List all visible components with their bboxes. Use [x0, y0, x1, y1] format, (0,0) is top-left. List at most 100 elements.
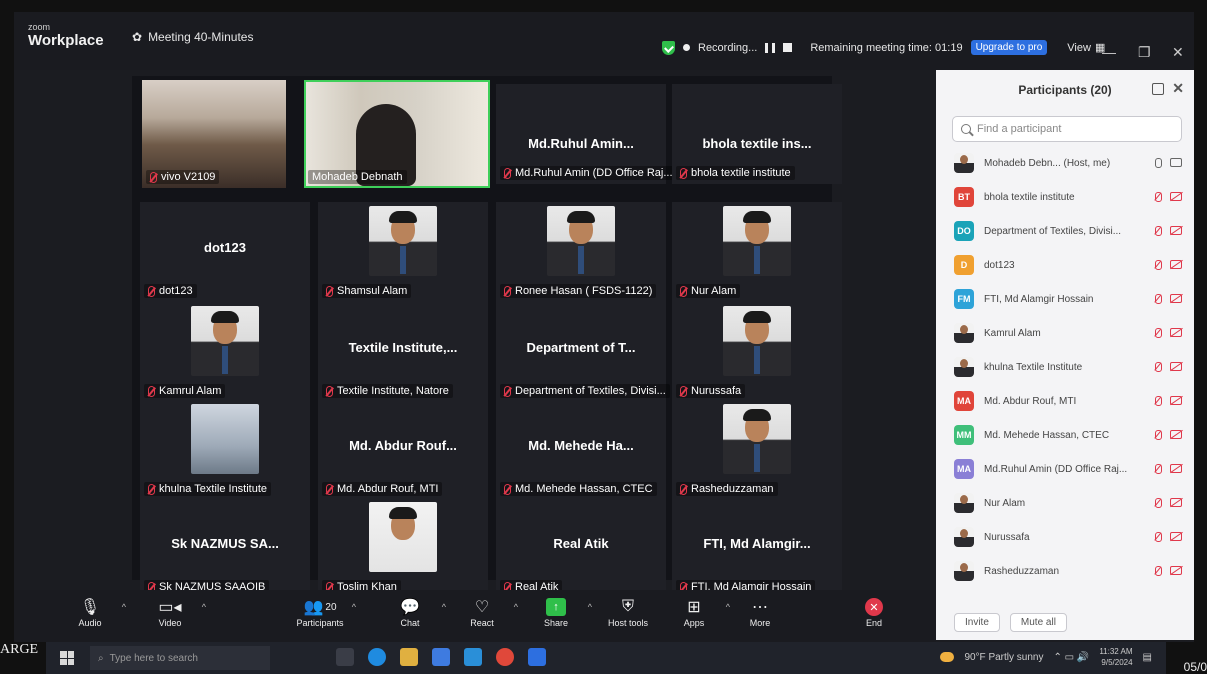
video-tile[interactable]: Sk NAZMUS SA... Sk NAZMUS SAAQIB — [140, 498, 310, 598]
task-view-icon[interactable] — [336, 648, 354, 666]
tile-label: Nur Alam — [676, 284, 741, 298]
store-icon[interactable] — [432, 648, 450, 666]
video-tile[interactable]: dot123 dot123 — [140, 202, 310, 302]
more-button[interactable]: ⋯ More — [730, 596, 790, 628]
security-shield-icon[interactable] — [662, 40, 675, 55]
pause-recording-icon[interactable] — [765, 42, 776, 53]
chat-options-chevron-icon[interactable]: ^ — [442, 602, 446, 612]
video-tile[interactable]: Nurussafa — [672, 302, 842, 402]
edge-browser-icon[interactable] — [368, 648, 386, 666]
participant-row[interactable]: MA Md.Ruhul Amin (DD Office Raj... — [936, 452, 1194, 486]
video-tile[interactable]: Md. Mehede Ha... Md. Mehede Hassan, CTEC — [496, 400, 666, 500]
windows-start-icon[interactable] — [60, 651, 74, 665]
file-explorer-icon[interactable] — [400, 648, 418, 666]
video-tile[interactable]: Ronee Hasan ( FSDS-1122) — [496, 202, 666, 302]
video-tile[interactable]: Md.Ruhul Amin... Md.Ruhul Amin (DD Offic… — [496, 84, 677, 184]
weather-icon — [940, 652, 955, 662]
pop-out-icon[interactable] — [1152, 83, 1164, 95]
microphone-icon: 🎙 — [79, 599, 101, 616]
participant-status-icons — [1155, 566, 1182, 576]
participants-options-chevron-icon[interactable]: ^ — [352, 602, 356, 612]
camera-off-icon — [1170, 362, 1182, 371]
video-button[interactable]: ▭◂ ^ Video — [140, 596, 206, 628]
participant-row[interactable]: Rasheduzzaman — [936, 554, 1194, 588]
video-tile[interactable]: vivo V2109 — [142, 80, 286, 188]
meeting-info[interactable]: ✿ Meeting 40-Minutes — [132, 30, 253, 44]
invite-button[interactable]: Invite — [954, 613, 1000, 632]
apps-icon: ⊞ — [687, 599, 701, 616]
video-options-chevron-icon[interactable]: ^ — [202, 602, 206, 612]
system-tray: 90°F Partly sunny ⌃ ▭ 🔊 11:32 AM 9/5/202… — [940, 646, 1152, 668]
clock[interactable]: 11:32 AM 9/5/2024 — [1099, 646, 1132, 668]
participant-name: Kamrul Alam — [984, 327, 1041, 339]
zoom-taskbar-icon[interactable] — [528, 648, 546, 666]
top-bar: zoom Workplace ✿ Meeting 40-Minutes Reco… — [14, 12, 1194, 70]
edge-text-right: 05/0 — [1183, 660, 1207, 674]
restore-icon[interactable]: ❐ — [1138, 44, 1151, 61]
video-tile[interactable]: Kamrul Alam — [140, 302, 310, 402]
participant-status-icons — [1155, 226, 1182, 236]
tile-bigname: Textile Institute,... — [348, 340, 458, 355]
share-button[interactable]: ↑ ^ Share — [526, 596, 592, 628]
tile-label: khulna Textile Institute — [144, 482, 272, 496]
taskbar-search-input[interactable]: ⌕ Type here to search — [90, 646, 270, 670]
mute-all-button[interactable]: Mute all — [1009, 613, 1067, 632]
participant-photo — [369, 502, 437, 572]
participant-search-input[interactable]: Find a participant — [952, 116, 1182, 142]
video-tile[interactable]: Toslim Khan — [318, 498, 488, 598]
video-tile[interactable]: Md. Abdur Rouf... Md. Abdur Rouf, MTI — [318, 400, 488, 500]
tile-label: bhola textile institute — [676, 166, 795, 180]
tile-bigname: dot123 — [204, 240, 246, 255]
more-icon: ⋯ — [752, 599, 768, 616]
participant-row[interactable]: DO Department of Textiles, Divisi... — [936, 214, 1194, 248]
participant-row[interactable]: Ddot123 — [936, 248, 1194, 282]
video-tile[interactable]: Nur Alam — [672, 202, 842, 302]
participant-row[interactable]: MM Md. Mehede Hassan, CTEC — [936, 418, 1194, 452]
participant-row[interactable]: FM FTI, Md Alamgir Hossain — [936, 282, 1194, 316]
participant-row[interactable]: Mohadeb Debn... (Host, me) — [936, 146, 1194, 180]
view-button[interactable]: View ▦ — [1067, 41, 1105, 55]
weather-text[interactable]: 90°F Partly sunny — [964, 652, 1043, 663]
participant-status-icons — [1155, 192, 1182, 202]
muted-mic-icon — [1155, 226, 1162, 236]
react-button[interactable]: ♡ ^ React — [452, 596, 518, 628]
clock-time: 11:32 AM — [1099, 647, 1133, 656]
upgrade-button[interactable]: Upgrade to pro — [970, 40, 1048, 55]
video-tile[interactable]: Textile Institute,... Textile Institute,… — [318, 302, 488, 402]
react-options-chevron-icon[interactable]: ^ — [514, 602, 518, 612]
muted-mic-icon — [1155, 430, 1162, 440]
audio-options-chevron-icon[interactable]: ^ — [122, 602, 126, 612]
host-tools-button[interactable]: ⛨ Host tools — [598, 596, 658, 628]
participant-row[interactable]: Nurussafa — [936, 520, 1194, 554]
video-tile[interactable]: Shamsul Alam — [318, 202, 488, 302]
end-button[interactable]: ✕ End — [844, 596, 904, 628]
chrome-icon[interactable] — [496, 648, 514, 666]
minimize-icon[interactable]: — — [1102, 44, 1116, 60]
video-tile[interactable]: bhola textile ins... bhola textile insti… — [672, 84, 842, 184]
mail-icon[interactable] — [464, 648, 482, 666]
video-tile[interactable]: Rasheduzzaman — [672, 400, 842, 500]
participant-row[interactable]: khulna Textile Institute — [936, 350, 1194, 384]
participant-row[interactable]: MA Md. Abdur Rouf, MTI — [936, 384, 1194, 418]
participant-status-icons — [1155, 294, 1182, 304]
video-tile-active-speaker[interactable]: Mohadeb Debnath — [304, 80, 490, 188]
share-options-chevron-icon[interactable]: ^ — [588, 602, 592, 612]
close-panel-icon[interactable]: ✕ — [1172, 80, 1184, 97]
stop-recording-icon[interactable] — [783, 43, 793, 52]
audio-button[interactable]: 🎙 ^ Audio — [60, 596, 126, 628]
participant-row[interactable]: Nur Alam — [936, 486, 1194, 520]
video-tile[interactable]: khulna Textile Institute — [140, 400, 310, 500]
muted-mic-icon — [326, 385, 333, 397]
tile-label: Mohadeb Debnath — [308, 170, 407, 184]
participant-row[interactable]: Kamrul Alam — [936, 316, 1194, 350]
video-tile[interactable]: Department of T... Department of Textile… — [496, 302, 670, 402]
participant-row[interactable]: BT bhola textile institute — [936, 180, 1194, 214]
close-window-icon[interactable]: ✕ — [1172, 44, 1184, 61]
notifications-icon[interactable]: ▤ — [1143, 652, 1152, 663]
participants-button[interactable]: 👥 20 ^ Participants — [290, 596, 356, 628]
video-tile[interactable]: Real Atik Real Atik — [496, 498, 666, 598]
chat-button[interactable]: 💬 ^ Chat — [380, 596, 446, 628]
apps-button[interactable]: ⊞ ^ Apps — [664, 596, 730, 628]
video-tile[interactable]: FTI, Md Alamgir... FTI, Md Alamgir Hossa… — [672, 498, 842, 598]
tray-icons[interactable]: ⌃ ▭ 🔊 — [1053, 652, 1089, 663]
